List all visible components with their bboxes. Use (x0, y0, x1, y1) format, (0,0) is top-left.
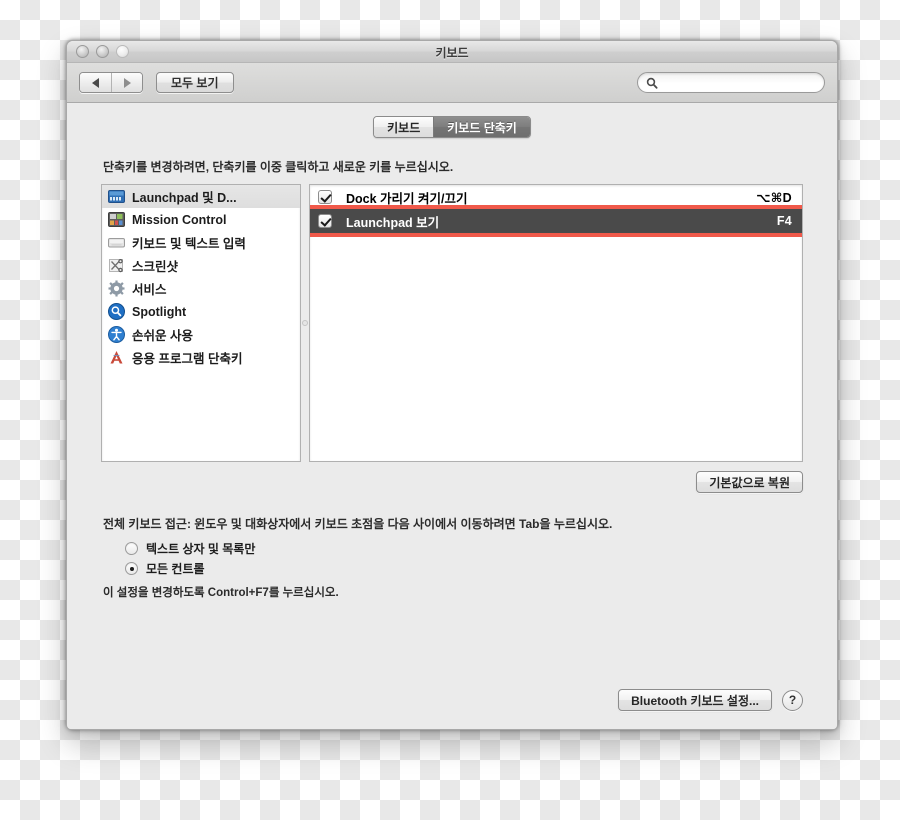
mission-control-icon (108, 212, 125, 227)
sidebar-item-launchpad-dock[interactable]: Launchpad 및 D... (102, 185, 300, 208)
spotlight-magnifier-icon (108, 303, 125, 320)
sidebar-item-label: 서비스 (132, 283, 167, 297)
window-footer: Bluetooth 키보드 설정... ? (618, 689, 803, 711)
full-keyboard-access-title: 전체 키보드 접근: 윈도우 및 대화상자에서 키보드 초점을 다음 사이에서 … (103, 517, 613, 531)
radio-label: 텍스트 상자 및 목록만 (146, 542, 256, 556)
sidebar-item-label: 키보드 및 텍스트 입력 (132, 237, 246, 251)
window-titlebar: 키보드 (67, 41, 837, 63)
keyboard-access-hint: 이 설정을 변경하도록 Control+F7를 누르십시오. (103, 587, 339, 599)
search-icon (646, 77, 658, 89)
shortcut-key: ⌥⌘D (756, 190, 792, 205)
pane-splitter[interactable] (301, 184, 309, 462)
sidebar-item-spotlight[interactable]: Spotlight (102, 300, 300, 323)
shortcut-checkbox[interactable] (318, 214, 332, 228)
tab-keyboard-shortcuts[interactable]: 키보드 단축키 (433, 117, 530, 137)
sidebar-item-services[interactable]: 서비스 (102, 277, 300, 300)
shortcut-name: Dock 가리기 켜기/끄기 (346, 191, 468, 206)
help-button[interactable]: ? (782, 689, 803, 711)
splitter-grip-icon (302, 320, 308, 326)
radio-text-boxes-lists-only[interactable]: 텍스트 상자 및 목록만 (125, 540, 803, 557)
forward-button[interactable] (111, 73, 142, 92)
radio-all-controls[interactable]: 모든 컨트롤 (125, 560, 803, 577)
restore-defaults-row: 기본값으로 복원 (101, 471, 803, 493)
sidebar-item-label: 손쉬운 사용 (132, 329, 193, 343)
radio-label: 모든 컨트롤 (146, 562, 205, 576)
tab-keyboard[interactable]: 키보드 (374, 117, 434, 137)
sidebar-item-screenshot[interactable]: 스크린샷 (102, 254, 300, 277)
sidebar-item-label: 응용 프로그램 단축키 (132, 352, 243, 366)
search-input[interactable] (663, 76, 816, 89)
restore-defaults-button[interactable]: 기본값으로 복원 (696, 471, 803, 493)
shortcut-category-list[interactable]: Launchpad 및 D... Mission Control 키보드 및 텍… (101, 184, 301, 462)
instruction-text: 단축키를 변경하려면, 단축키를 이중 클릭하고 새로운 키를 누르십시오. (103, 160, 454, 174)
sidebar-item-app-shortcuts[interactable]: 응용 프로그램 단축키 (102, 346, 300, 369)
preferences-toolbar: 모두 보기 (67, 63, 837, 103)
sidebar-item-accessibility[interactable]: 손쉬운 사용 (102, 323, 300, 346)
shortcut-key: F4 (776, 214, 792, 228)
shortcut-name: Launchpad 보기 (346, 215, 440, 230)
radio-button-selected[interactable] (125, 562, 138, 575)
bluetooth-keyboard-settings-button[interactable]: Bluetooth 키보드 설정... (618, 689, 772, 711)
show-all-button[interactable]: 모두 보기 (156, 72, 234, 93)
search-field[interactable] (637, 72, 825, 93)
sidebar-item-label: Spotlight (132, 304, 187, 319)
app-shortcuts-icon (110, 351, 123, 364)
radio-button[interactable] (125, 542, 138, 555)
keyboard-icon (108, 238, 125, 248)
preferences-content: 키보드 키보드 단축키 단축키를 변경하려면, 단축키를 이중 클릭하고 새로운… (67, 104, 837, 729)
sidebar-item-mission-control[interactable]: Mission Control (102, 208, 300, 231)
accessibility-icon (108, 326, 125, 343)
system-preferences-window: 키보드 모두 보기 키보드 키보드 단축키 단축키를 변경하려면, 단축키를 이… (66, 40, 838, 730)
sidebar-item-keyboard-text[interactable]: 키보드 및 텍스트 입력 (102, 231, 300, 254)
gear-icon (108, 280, 125, 297)
triangle-right-icon (123, 77, 131, 88)
launchpad-dock-icon (108, 190, 125, 203)
table-row[interactable]: Launchpad 보기 F4 (310, 205, 802, 237)
table-row[interactable]: Dock 가리기 켜기/끄기 ⌥⌘D (310, 185, 802, 209)
sidebar-item-label: Mission Control (132, 212, 227, 227)
triangle-left-icon (92, 77, 99, 88)
back-button[interactable] (80, 73, 111, 92)
tab-bar: 키보드 키보드 단축키 (101, 104, 803, 150)
shortcut-checkbox[interactable] (318, 190, 332, 204)
shortcuts-split-view: Launchpad 및 D... Mission Control 키보드 및 텍… (101, 184, 803, 462)
screenshot-scissors-icon (109, 258, 123, 273)
sidebar-item-label: Launchpad 및 D... (132, 191, 237, 205)
sidebar-item-label: 스크린샷 (132, 260, 179, 274)
navigation-segmented-control (79, 72, 143, 93)
window-title: 키보드 (435, 46, 469, 60)
shortcut-list[interactable]: Dock 가리기 켜기/끄기 ⌥⌘D Launchpad 보기 F4 (309, 184, 803, 462)
